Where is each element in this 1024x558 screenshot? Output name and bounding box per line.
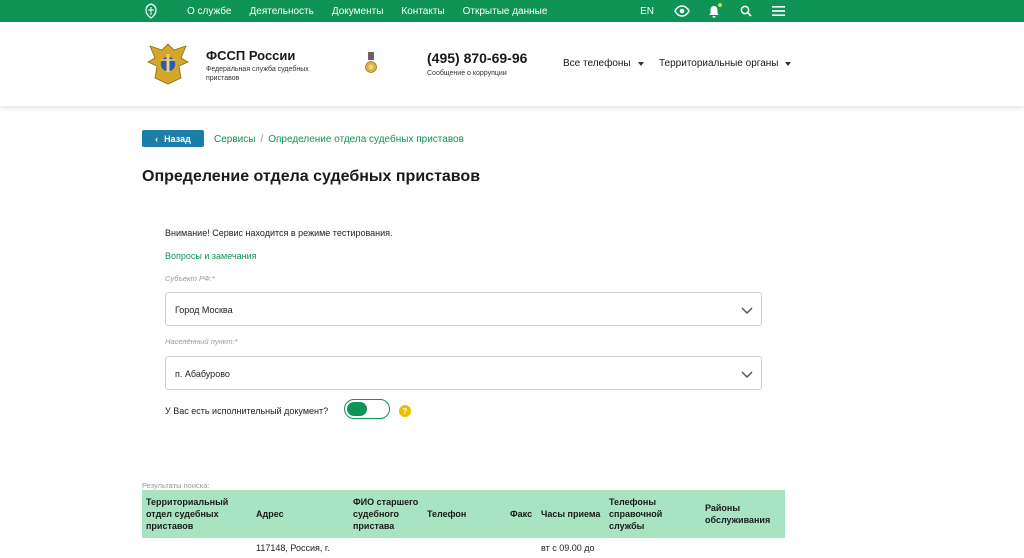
- results-label: Результаты поиска:: [142, 481, 210, 490]
- notification-dot: [718, 3, 722, 7]
- table-row: 117148, Россия, г. вт с 09.00 до: [142, 538, 785, 558]
- cell-department: [142, 538, 252, 558]
- exec-doc-toggle[interactable]: [344, 399, 390, 419]
- nav-about[interactable]: О службе: [187, 6, 231, 17]
- col-service-areas: Районы обслуживания: [701, 490, 785, 538]
- lang-switch[interactable]: EN: [640, 6, 654, 17]
- col-phone: Телефон: [423, 490, 506, 538]
- table-header-row: Территориальный отдел судебных приставов…: [142, 490, 785, 538]
- chevron-left-icon: ‹: [155, 133, 159, 144]
- nav-activity[interactable]: Деятельность: [249, 6, 313, 17]
- testing-notice: Внимание! Сервис находится в режиме тест…: [165, 228, 393, 238]
- breadcrumb-separator: /: [260, 134, 264, 145]
- locality-select[interactable]: п. Абабурово: [165, 356, 762, 390]
- locality-label: Населённый пункт:*: [165, 337, 238, 346]
- all-phones-menu[interactable]: Все телефоны: [563, 58, 644, 69]
- medal-icon: [365, 52, 377, 73]
- regional-offices-menu[interactable]: Территориальные органы: [659, 58, 792, 69]
- col-info-phones: Телефоны справочной службы: [605, 490, 701, 538]
- help-icon[interactable]: ?: [399, 405, 411, 417]
- nav-open-data[interactable]: Открытые данные: [463, 6, 548, 17]
- breadcrumb: Сервисы / Определение отдела судебных прис…: [214, 134, 464, 145]
- all-phones-label: Все телефоны: [563, 58, 631, 69]
- chevron-down-icon: [741, 371, 753, 379]
- cell-phone: [423, 538, 506, 558]
- top-tools: EN: [640, 0, 786, 22]
- fssp-crest-logo[interactable]: [143, 40, 193, 88]
- top-bar: О службе Деятельность Документы Контакты…: [0, 0, 1024, 22]
- nav-contacts[interactable]: Контакты: [401, 6, 444, 17]
- cell-fax: [506, 538, 537, 558]
- col-hours: Часы приема: [537, 490, 605, 538]
- org-name[interactable]: ФССП России: [206, 48, 295, 63]
- menu-icon[interactable]: [770, 3, 786, 19]
- breadcrumb-current[interactable]: Определение отдела судебных приставов: [268, 134, 464, 145]
- exec-doc-question: У Вас есть исполнительный документ?: [165, 406, 329, 416]
- subject-value: Город Москва: [175, 305, 233, 315]
- search-icon[interactable]: [738, 3, 754, 19]
- locality-value: п. Абабурово: [175, 369, 230, 379]
- cell-info-phones: [605, 538, 701, 558]
- org-subtitle: Федеральная служба судебных приставов: [206, 66, 309, 82]
- anticorruption-phone[interactable]: (495) 870-69-96: [427, 50, 527, 66]
- chevron-down-icon: [741, 307, 753, 315]
- cell-address: 117148, Россия, г.: [256, 543, 330, 553]
- emblem-icon[interactable]: [142, 2, 160, 20]
- chevron-down-icon: [785, 61, 792, 66]
- top-nav: О службе Деятельность Документы Контакты…: [187, 0, 565, 22]
- chevron-down-icon: [637, 61, 644, 66]
- col-chief-bailiff: ФИО старшего судебного пристава: [349, 490, 423, 538]
- site-header: ФССП России Федеральная служба судебных …: [0, 22, 1024, 106]
- cell-service-areas: [701, 538, 785, 558]
- col-department: Территориальный отдел судебных приставов: [142, 490, 252, 538]
- feedback-link[interactable]: Вопросы и замечания: [165, 251, 256, 261]
- cell-hours: вт с 09.00 до: [541, 543, 595, 553]
- results-table: Территориальный отдел судебных приставов…: [142, 490, 785, 558]
- cell-chief-bailiff: [349, 538, 423, 558]
- back-button[interactable]: ‹ Назад: [142, 130, 204, 147]
- regional-offices-label: Территориальные органы: [659, 58, 779, 69]
- page-title: Определение отдела судебных приставов: [142, 168, 481, 185]
- nav-documents[interactable]: Документы: [332, 6, 384, 17]
- phone-caption: Сообщение о коррупции: [427, 70, 507, 77]
- col-fax: Факс: [506, 490, 537, 538]
- back-label: Назад: [164, 133, 191, 144]
- subject-label: Субъект РФ:*: [165, 274, 215, 283]
- toggle-knob: [347, 402, 367, 416]
- breadcrumb-services[interactable]: Сервисы: [214, 134, 255, 145]
- eye-icon[interactable]: [674, 3, 690, 19]
- bell-icon[interactable]: [706, 3, 722, 19]
- col-address: Адрес: [252, 490, 349, 538]
- subject-select[interactable]: Город Москва: [165, 292, 762, 326]
